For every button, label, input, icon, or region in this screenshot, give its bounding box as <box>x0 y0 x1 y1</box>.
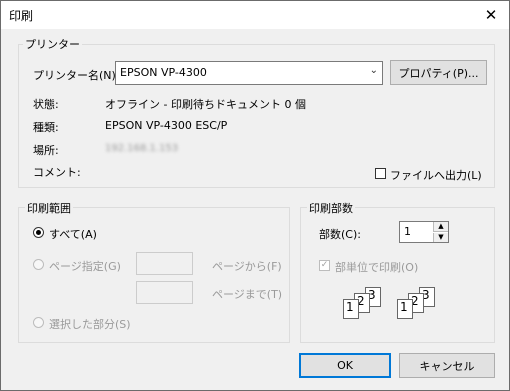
selected-printer: EPSON VP-4300 <box>120 66 207 79</box>
close-icon[interactable]: ✕ <box>473 1 509 29</box>
pages-label: ページ指定(G) <box>49 260 121 273</box>
type-value: EPSON VP-4300 ESC/P <box>105 119 228 132</box>
comment-label: コメント: <box>33 166 81 179</box>
cancel-button[interactable]: キャンセル <box>399 353 495 378</box>
collate-page-1b: 1 <box>400 300 408 314</box>
page-to-label: ページまで(T) <box>212 288 283 301</box>
type-label: 種類: <box>33 121 59 134</box>
copies-label: 部数(C): <box>319 228 361 241</box>
page-to-input[interactable] <box>136 281 193 304</box>
printer-select[interactable]: EPSON VP-4300 ⌄ <box>115 61 383 85</box>
ok-button[interactable]: OK <box>299 353 391 378</box>
spin-down-icon[interactable]: ▼ <box>433 233 448 242</box>
collate-checkbox[interactable]: ✓ <box>319 260 330 271</box>
selection-label: 選択した部分(S) <box>49 318 131 331</box>
copies-value: 1 <box>404 225 411 238</box>
dialog-title: 印刷 <box>9 9 34 23</box>
print-to-file-label: ファイルへ出力(L) <box>390 169 482 182</box>
copies-input[interactable]: 1 ▲ ▼ <box>399 221 449 243</box>
title-bar: 印刷 ✕ <box>1 1 509 29</box>
print-to-file-checkbox[interactable] <box>375 168 386 179</box>
collate-illustration: 3 2 1 3 2 1 <box>341 285 441 325</box>
page-from-label: ページから(F) <box>212 260 282 273</box>
page-from-input[interactable] <box>136 252 193 275</box>
where-value: 192.168.1.153 <box>105 143 179 154</box>
all-radio[interactable] <box>33 227 44 238</box>
where-label: 場所: <box>33 144 59 157</box>
pages-radio[interactable] <box>33 259 44 270</box>
printer-group-label: プリンター <box>23 36 82 52</box>
print-dialog: 印刷 ✕ プリンター プリンター名(N): EPSON VP-4300 ⌄ プロ… <box>0 0 510 391</box>
selection-radio[interactable] <box>33 317 44 328</box>
status-label: 状態: <box>33 98 59 111</box>
printer-name-label: プリンター名(N): <box>33 69 120 82</box>
collate-page-1a: 1 <box>346 300 354 314</box>
copies-group-label: 印刷部数 <box>307 200 355 216</box>
chevron-down-icon: ⌄ <box>369 65 378 76</box>
print-range-label: 印刷範囲 <box>25 200 73 216</box>
collate-label: 部単位で印刷(O) <box>335 261 419 274</box>
spin-up-icon[interactable]: ▲ <box>433 222 448 232</box>
all-label: すべて(A) <box>49 228 97 241</box>
status-value: オフライン - 印刷待ちドキュメント 0 個 <box>105 98 306 111</box>
properties-button[interactable]: プロパティ(P)... <box>390 60 487 85</box>
